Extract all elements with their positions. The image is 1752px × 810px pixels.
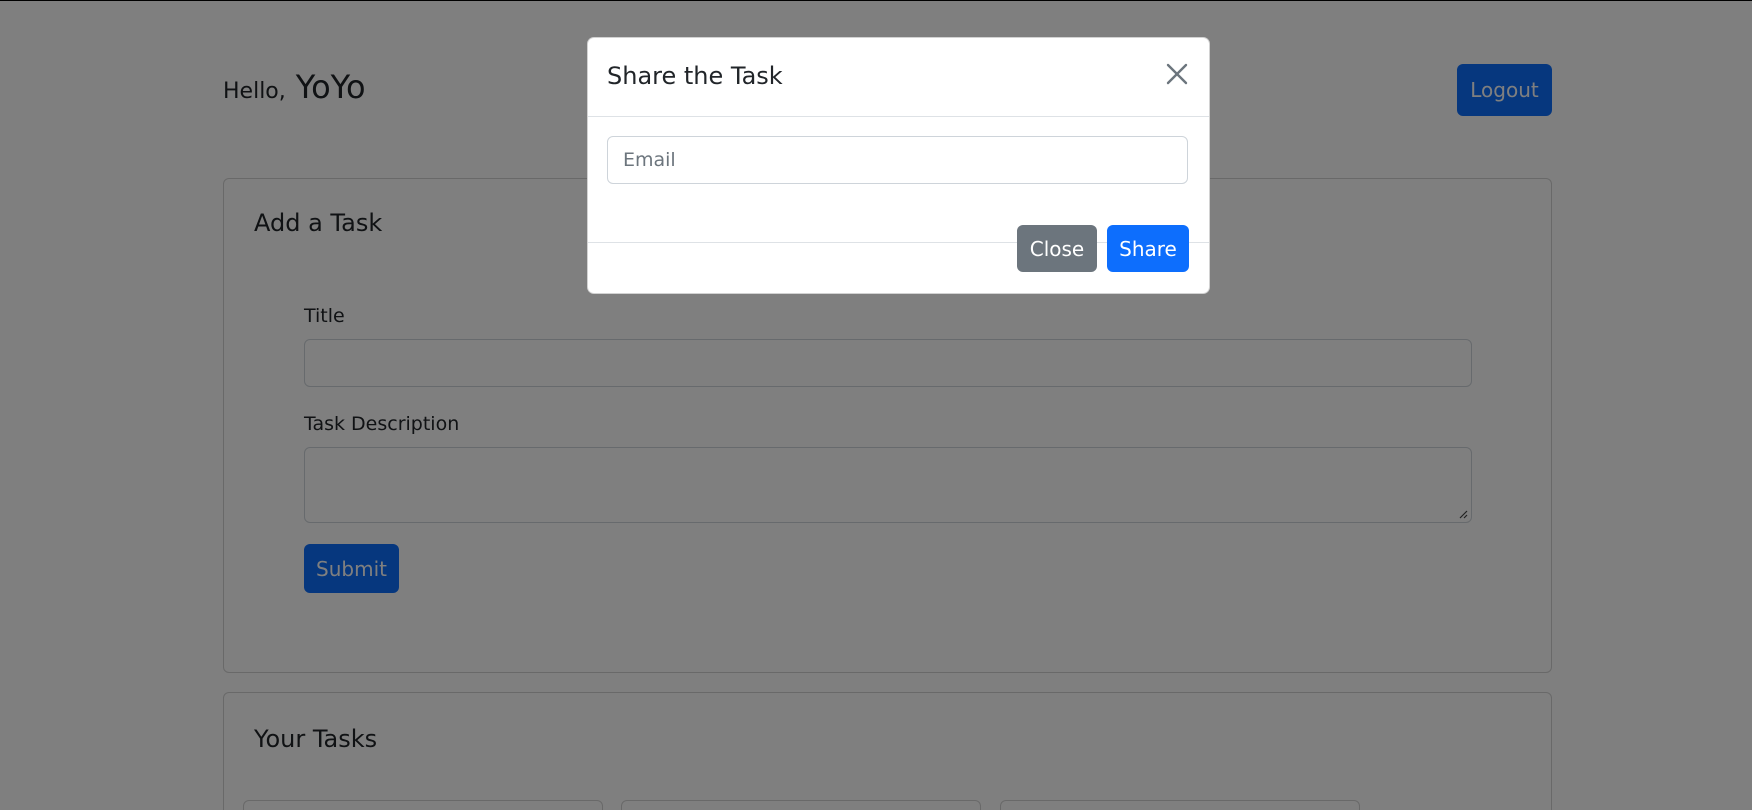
close-icon[interactable] [1163,60,1191,88]
modal-header: Share the Task [588,38,1209,117]
share-task-modal: Share the Task Close Share [587,37,1210,294]
close-button[interactable]: Close [1017,225,1097,272]
share-button[interactable]: Share [1107,225,1189,272]
email-input[interactable] [607,136,1188,184]
modal-title: Share the Task [607,62,783,90]
page: Hello, YoYo Logout Add a Task Title Task… [0,0,1752,810]
